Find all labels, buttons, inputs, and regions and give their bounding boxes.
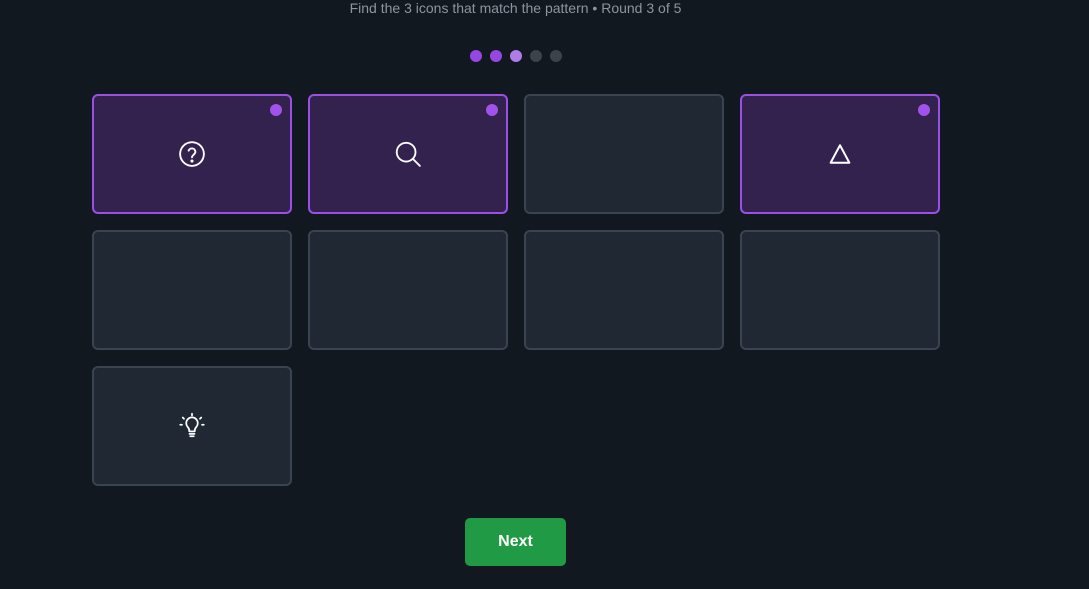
round-progress [470,50,562,62]
progress-dot-3 [510,50,522,62]
icon-tile-empty[interactable] [524,94,724,214]
icon-tile-empty[interactable] [740,230,940,350]
icon-tile-empty[interactable] [92,230,292,350]
next-button[interactable]: Next [465,518,566,566]
selected-marker [486,104,498,116]
icon-tile-lightbulb[interactable] [92,366,292,486]
progress-dot-2 [490,50,502,62]
icon-tile-empty[interactable] [524,230,724,350]
progress-dot-5 [550,50,562,62]
icon-tile-question[interactable] [92,94,292,214]
icon-grid [92,94,940,486]
question-circle-icon [179,141,205,167]
icon-tile-triangle[interactable] [740,94,940,214]
instruction-text: Find the 3 icons that match the pattern … [349,0,682,16]
selected-marker [918,104,930,116]
progress-dot-4 [530,50,542,62]
selected-marker [270,104,282,116]
progress-dot-1 [470,50,482,62]
triangle-icon [829,144,851,164]
icon-tile-search[interactable] [308,94,508,214]
search-icon [395,141,421,167]
lightbulb-icon [179,412,205,438]
game-screen: Find the 3 icons that match the pattern … [0,0,1089,589]
icon-tile-empty[interactable] [308,230,508,350]
